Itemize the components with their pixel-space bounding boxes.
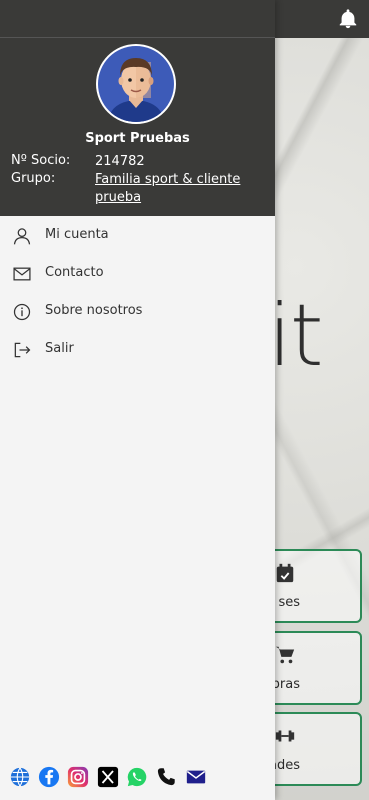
drawer-header: Sport Pruebas Nº Socio: 214782 Grupo: Fa… [0, 0, 275, 216]
calendar-icon [276, 563, 294, 583]
whatsapp-icon[interactable] [126, 766, 148, 788]
menu-item-label: Contacto [45, 265, 104, 280]
phone-icon[interactable] [155, 766, 177, 788]
menu-item-sobre-nosotros[interactable]: Sobre nosotros [0, 293, 275, 331]
menu-item-mi-cuenta[interactable]: Mi cuenta [0, 217, 275, 255]
mail-icon[interactable] [185, 766, 207, 788]
member-label: Nº Socio: [11, 153, 71, 168]
menu-item-contacto[interactable]: Contacto [0, 255, 275, 293]
menu-item-label: Mi cuenta [45, 227, 109, 242]
info-icon [13, 303, 31, 321]
group-link[interactable]: Familia sport & cliente prueba [95, 171, 265, 207]
dumbbell-icon [275, 730, 295, 742]
mail-icon [13, 267, 31, 281]
user-name: Sport Pruebas [85, 131, 190, 146]
navigation-drawer: Sport Pruebas Nº Socio: 214782 Grupo: Fa… [0, 0, 275, 800]
instagram-icon[interactable] [67, 766, 89, 788]
avatar-icon [98, 46, 174, 122]
logout-icon [14, 342, 31, 358]
divider [0, 37, 275, 38]
group-label: Grupo: [11, 171, 56, 186]
cart-icon [275, 646, 295, 664]
user-icon [13, 228, 31, 245]
avatar[interactable] [96, 44, 176, 124]
x-icon[interactable] [97, 766, 119, 788]
menu-item-salir[interactable]: Salir [0, 331, 275, 369]
menu-item-label: Sobre nosotros [45, 303, 143, 318]
bell-icon[interactable] [337, 7, 359, 31]
globe-icon[interactable] [9, 766, 31, 788]
member-number: 214782 [95, 154, 145, 169]
facebook-icon[interactable] [38, 766, 60, 788]
logo-fragment: it [268, 286, 324, 386]
menu-item-label: Salir [45, 341, 74, 356]
